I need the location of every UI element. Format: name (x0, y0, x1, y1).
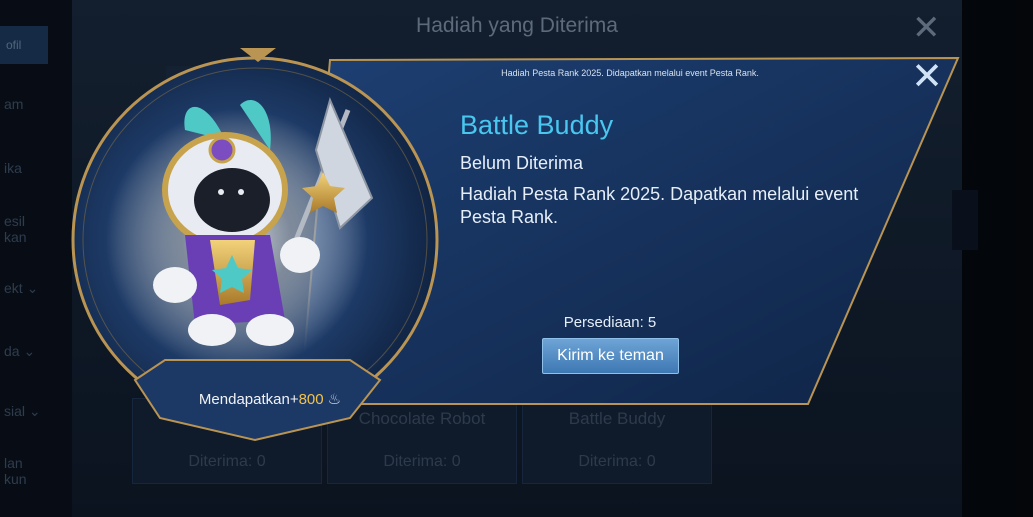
fire-icon: ♨ (327, 391, 342, 408)
obtain-reward-label: Mendapatkan+800 ♨ (170, 390, 370, 408)
close-icon[interactable]: ✕ (905, 58, 949, 96)
item-status: Belum Diterima (460, 153, 584, 173)
stock-count: Persediaan: 5 (563, 314, 657, 331)
send-to-friend-button[interactable]: Kirim ke teman (542, 338, 679, 374)
reward-source-caption: Hadiah Pesta Rank 2025. Didapatkan melal… (501, 68, 759, 78)
item-description: Hadiah Pesta Rank 2025. Dapatkan melalui… (460, 184, 859, 227)
obtain-value: 800 (298, 391, 324, 408)
item-title: Battle Buddy (460, 110, 614, 140)
obtain-text: Mendapatkan+ (198, 391, 299, 408)
